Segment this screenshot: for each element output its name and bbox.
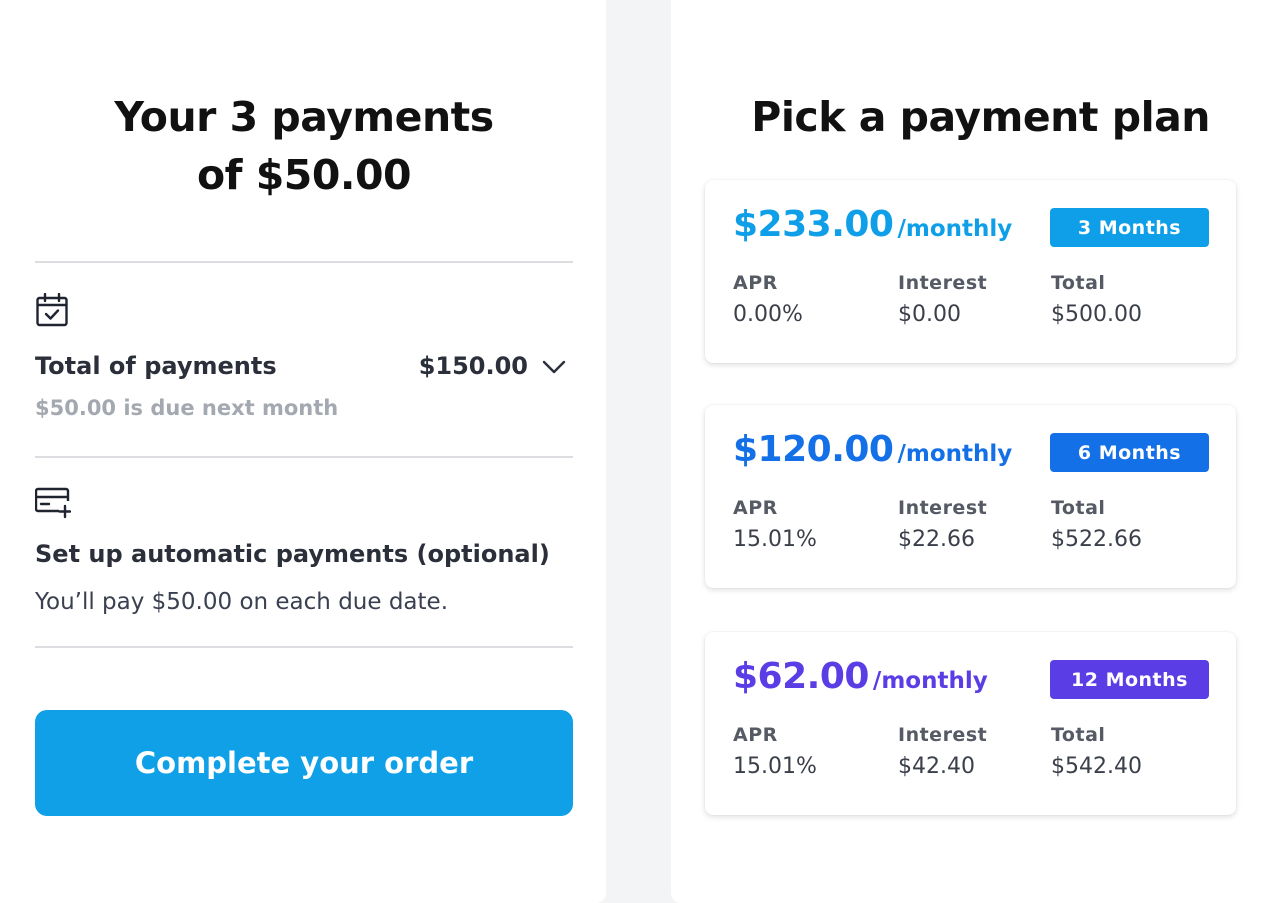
apr-column: APR 15.01% bbox=[733, 497, 817, 552]
plan-card-3-months[interactable]: $233.00/monthly 3 Months APR 0.00% Inter… bbox=[705, 180, 1236, 363]
apr-label: APR bbox=[733, 497, 778, 519]
apr-value: 0.00% bbox=[733, 302, 803, 327]
interest-value: $0.00 bbox=[898, 302, 961, 327]
total-amount: $150.00 bbox=[418, 352, 528, 380]
summary-title: Your 3 payments of $50.00 bbox=[36, 88, 572, 204]
interest-label: Interest bbox=[898, 272, 988, 294]
interest-label: Interest bbox=[898, 497, 988, 519]
apr-value: 15.01% bbox=[733, 754, 817, 779]
interest-label: Interest bbox=[898, 724, 988, 746]
plan-picker-title: Pick a payment plan bbox=[751, 93, 1210, 141]
plan-price: $120.00/monthly bbox=[733, 429, 1012, 470]
total-value: $542.40 bbox=[1051, 754, 1142, 779]
total-column: Total $500.00 bbox=[1051, 272, 1142, 327]
plan-price: $233.00/monthly bbox=[733, 204, 1012, 245]
apr-column: APR 15.01% bbox=[733, 724, 817, 779]
payment-summary-panel: Your 3 payments of $50.00 Total of payme… bbox=[0, 0, 606, 903]
monthly-amount: $62.00 bbox=[733, 656, 869, 697]
monthly-amount: $120.00 bbox=[733, 429, 894, 470]
apr-column: APR 0.00% bbox=[733, 272, 803, 327]
interest-value: $22.66 bbox=[898, 527, 975, 552]
divider bbox=[35, 261, 573, 263]
plan-card-12-months[interactable]: $62.00/monthly 12 Months APR 15.01% Inte… bbox=[705, 632, 1236, 815]
total-value: $522.66 bbox=[1051, 527, 1142, 552]
autopay-label[interactable]: Set up automatic payments (optional) bbox=[35, 540, 550, 568]
divider bbox=[35, 456, 573, 458]
apr-label: APR bbox=[733, 724, 778, 746]
total-value: $500.00 bbox=[1051, 302, 1142, 327]
term-badge: 3 Months bbox=[1050, 208, 1209, 247]
interest-column: Interest $42.40 bbox=[898, 724, 987, 779]
total-column: Total $542.40 bbox=[1051, 724, 1142, 779]
total-label: Total bbox=[1051, 272, 1106, 294]
divider bbox=[35, 646, 573, 648]
total-of-payments-label: Total of payments bbox=[35, 352, 277, 380]
credit-card-add-icon bbox=[35, 487, 71, 519]
period-label: /monthly bbox=[872, 668, 988, 694]
summary-title-line2: of $50.00 bbox=[197, 151, 412, 199]
interest-column: Interest $0.00 bbox=[898, 272, 987, 327]
apr-value: 15.01% bbox=[733, 527, 817, 552]
total-dropdown[interactable]: $150.00 bbox=[418, 350, 572, 386]
calendar-check-icon bbox=[36, 293, 68, 327]
plan-card-6-months[interactable]: $120.00/monthly 6 Months APR 15.01% Inte… bbox=[705, 405, 1236, 588]
total-column: Total $522.66 bbox=[1051, 497, 1142, 552]
total-label: Total bbox=[1051, 497, 1106, 519]
due-next-month-note: $50.00 is due next month bbox=[35, 396, 339, 420]
period-label: /monthly bbox=[897, 216, 1013, 242]
period-label: /monthly bbox=[897, 441, 1013, 467]
total-label: Total bbox=[1051, 724, 1106, 746]
chevron-down-icon bbox=[542, 360, 566, 374]
plan-price: $62.00/monthly bbox=[733, 656, 988, 697]
monthly-amount: $233.00 bbox=[733, 204, 894, 245]
term-badge: 6 Months bbox=[1050, 433, 1209, 472]
apr-label: APR bbox=[733, 272, 778, 294]
summary-title-line1: Your 3 payments bbox=[114, 93, 494, 141]
complete-order-button[interactable]: Complete your order bbox=[35, 710, 573, 816]
autopay-note: You’ll pay $50.00 on each due date. bbox=[35, 589, 449, 615]
term-badge: 12 Months bbox=[1050, 660, 1209, 699]
interest-column: Interest $22.66 bbox=[898, 497, 987, 552]
interest-value: $42.40 bbox=[898, 754, 975, 779]
